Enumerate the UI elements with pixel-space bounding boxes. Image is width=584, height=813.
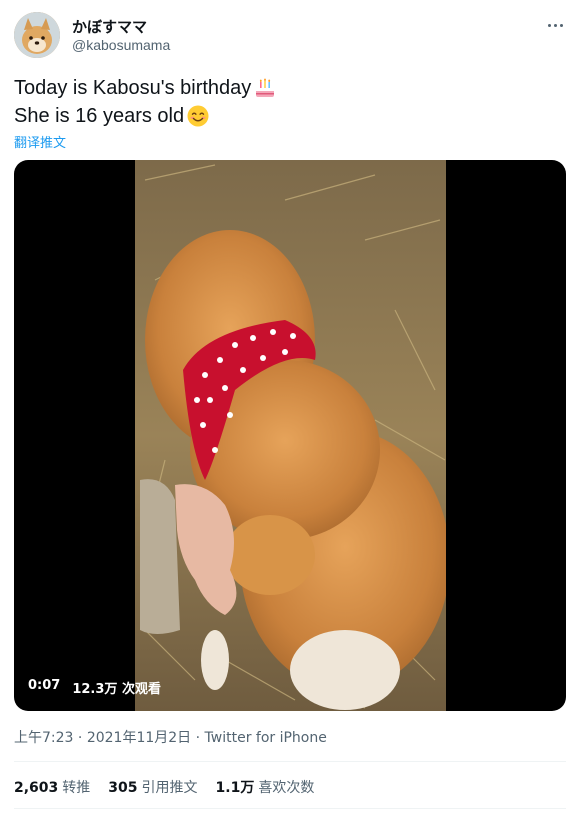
birthday-cake-icon [256,78,275,97]
tweet-header: かぼすママ @kabosumama [14,12,570,60]
quotes-stat[interactable]: 305 引用推文 [108,777,197,797]
likes-stat[interactable]: 1.1万 喜欢次数 [216,777,315,797]
author-handle[interactable]: @kabosumama [72,37,170,53]
tweet-text-line-2: She is 16 years old [14,102,554,130]
tweet-date: 2021年11月2日 [86,730,192,746]
likes-label: 喜欢次数 [258,780,315,796]
video-player[interactable]: 0:07 12.3万 次观看 [14,160,566,711]
quotes-count: 305 [108,780,138,796]
retweets-count: 2,603 [14,780,59,796]
divider [14,808,566,809]
tweet-stats: 2,603 转推 305 引用推文 1.1万 喜欢次数 [14,777,314,797]
tweet-text-content: She is 16 years old [14,105,185,127]
tweet-card: かぼすママ @kabosumama Today is Kabosu's birt… [0,0,584,813]
video-view-count: 12.3万 次观看 [72,682,161,697]
more-options-icon[interactable] [544,14,566,36]
tweet-text: Today is Kabosu's birthday She is 16 yea… [14,74,554,130]
likes-count: 1.1万 [215,780,255,796]
video-frame[interactable] [135,160,446,711]
tweet-text-line-1: Today is Kabosu's birthday [14,74,554,102]
video-thumbnail [135,160,446,711]
author-display-name[interactable]: かぼすママ [72,16,147,37]
tweet-time: 上午7:23 [14,730,74,746]
tweet-source-link[interactable]: Twitter for iPhone [205,730,327,746]
retweets-label: 转推 [62,780,91,796]
divider [14,761,566,762]
retweets-stat[interactable]: 2,603 转推 [14,777,90,797]
tweet-text-content: Today is Kabosu's birthday [14,77,252,99]
meta-separator: · [73,730,87,746]
avatar[interactable] [14,12,60,58]
video-elapsed-time: 0:07 [28,678,61,693]
shiba-dog-avatar-icon [14,12,60,58]
tweet-meta: 上午7:23 · 2021年11月2日 · Twitter for iPhone [14,727,327,747]
video-info-badge: 0:07 12.3万 次观看 [28,678,161,697]
quotes-label: 引用推文 [141,780,198,796]
tweet-timestamp-link[interactable]: 上午7:23 · 2021年11月2日 [14,730,191,746]
smiling-face-icon [187,105,209,127]
translate-tweet-link[interactable]: 翻译推文 [14,132,66,151]
meta-separator: · [191,730,205,746]
